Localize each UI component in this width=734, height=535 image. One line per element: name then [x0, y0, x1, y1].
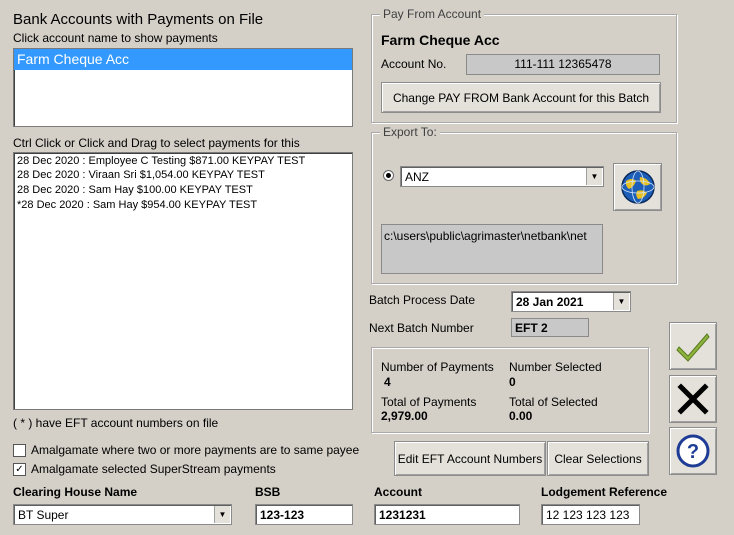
eft-note: ( * ) have EFT account numbers on file	[13, 416, 219, 430]
account-no-field: 111-111 12365478	[466, 54, 660, 75]
export-radio[interactable]	[383, 170, 394, 181]
account-field[interactable]: 1231231	[374, 504, 520, 525]
help-button[interactable]: ?	[669, 427, 717, 475]
num-selected-label: Number Selected	[509, 360, 602, 374]
export-bank-select[interactable]: ANZ ▼	[400, 166, 604, 187]
pay-from-legend: Pay From Account	[380, 7, 485, 21]
batch-number-label: Next Batch Number	[369, 321, 474, 335]
amalgamate-superstream-checkbox[interactable]: ✓	[13, 463, 26, 476]
cancel-button[interactable]	[669, 375, 717, 423]
num-selected-value: 0	[509, 375, 516, 389]
account-value: 1231231	[379, 507, 426, 522]
amalgamate-superstream-label: Amalgamate selected SuperStream payments	[31, 462, 276, 476]
chevron-down-icon[interactable]: ▼	[214, 506, 230, 523]
account-no-label: Account No.	[381, 57, 447, 71]
lodgement-field[interactable]: 12 123 123 123	[541, 504, 640, 525]
lodgement-value: 12 123 123 123	[546, 507, 630, 522]
accounts-list[interactable]: Farm Cheque Acc	[13, 48, 353, 127]
payments-label: Ctrl Click or Click and Drag to select p…	[13, 136, 300, 150]
batch-date-label: Batch Process Date	[369, 293, 476, 307]
globe-button[interactable]	[613, 163, 662, 211]
total-payments-label: Total of Payments	[381, 395, 477, 409]
globe-icon	[620, 170, 655, 204]
clearing-house-select[interactable]: BT Super ▼	[13, 504, 232, 525]
num-payments-value: 4	[384, 375, 391, 389]
pay-from-account-name: Farm Cheque Acc	[381, 32, 500, 48]
lodgement-label: Lodgement Reference	[541, 485, 668, 499]
total-selected-label: Total of Selected	[509, 395, 598, 409]
batch-date-picker[interactable]: 28 Jan 2021 ▼	[511, 291, 631, 312]
bsb-value: 123-123	[260, 507, 305, 522]
clearing-house-value: BT Super	[18, 507, 69, 522]
ok-button[interactable]	[669, 322, 717, 370]
export-to-legend: Export To:	[380, 125, 440, 139]
payment-item[interactable]: 28 Dec 2020 : Viraan Sri $1,054.00 KEYPA…	[14, 168, 352, 183]
amalgamate-same-payee-checkbox[interactable]	[13, 444, 26, 457]
total-payments-value: 2,979.00	[381, 409, 428, 423]
x-icon	[677, 383, 709, 415]
payment-item[interactable]: 28 Dec 2020 : Employee C Testing $871.00…	[14, 153, 352, 168]
accounts-title: Bank Accounts with Payments on File	[13, 11, 264, 28]
change-pay-from-button[interactable]: Change PAY FROM Bank Account for this Ba…	[381, 82, 661, 113]
batch-number-field: EFT 2	[511, 318, 589, 337]
clearing-house-label: Clearing House Name	[13, 485, 138, 499]
accounts-subtitle: Click account name to show payments	[13, 31, 218, 45]
export-bank-value: ANZ	[405, 169, 429, 184]
chevron-down-icon[interactable]: ▼	[586, 168, 602, 185]
chevron-down-icon[interactable]: ▼	[613, 293, 629, 310]
account-label: Account	[374, 485, 422, 499]
svg-text:?: ?	[687, 441, 699, 463]
question-icon: ?	[676, 434, 710, 468]
clear-selections-button[interactable]: Clear Selections	[547, 441, 649, 476]
bsb-label: BSB	[255, 485, 281, 499]
payment-item[interactable]: 28 Dec 2020 : Sam Hay $100.00 KEYPAY TES…	[14, 183, 352, 198]
batch-date-value: 28 Jan 2021	[516, 294, 584, 309]
num-payments-label: Number of Payments	[381, 360, 494, 374]
amalgamate-same-payee-label: Amalgamate where two or more payments ar…	[31, 443, 360, 457]
total-selected-value: 0.00	[509, 409, 533, 423]
checkmark-icon	[676, 333, 710, 362]
bsb-field[interactable]: 123-123	[255, 504, 353, 525]
export-path-field: c:\users\public\agrimaster\netbank\net	[381, 224, 603, 274]
account-item-farm-cheque[interactable]: Farm Cheque Acc	[14, 49, 352, 70]
edit-eft-button[interactable]: Edit EFT Account Numbers	[394, 441, 546, 476]
payment-item[interactable]: *28 Dec 2020 : Sam Hay $954.00 KEYPAY TE…	[14, 198, 352, 213]
payments-list[interactable]: 28 Dec 2020 : Employee C Testing $871.00…	[13, 152, 353, 410]
